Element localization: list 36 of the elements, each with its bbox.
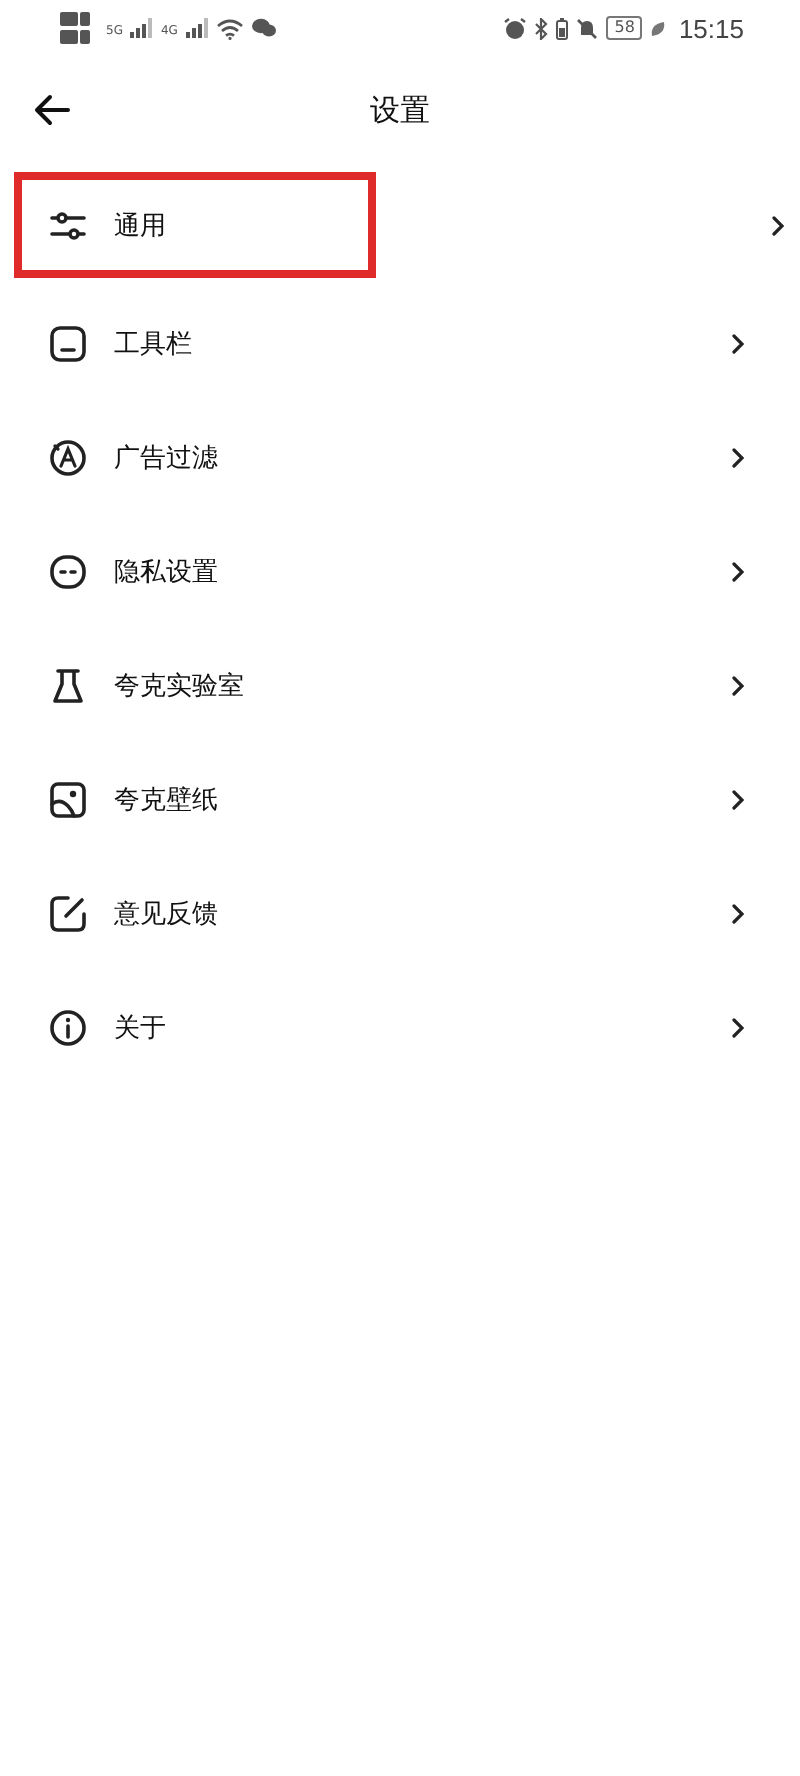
- settings-item[interactable]: 隐私设置: [14, 514, 784, 628]
- settings-item[interactable]: 夸克实验室: [14, 628, 784, 742]
- alarm-icon: [504, 17, 527, 39]
- chevron-icon: [772, 215, 784, 235]
- muted-bell-icon: [576, 17, 599, 39]
- settings-item[interactable]: 意见反馈: [14, 856, 784, 970]
- flask-icon: [48, 665, 88, 705]
- settings-item[interactable]: 关于: [14, 970, 784, 1084]
- chevron-icon: [732, 903, 744, 923]
- bluetooth-icon: [534, 17, 549, 39]
- chevron-icon: [732, 333, 744, 353]
- settings-item[interactable]: 广告过滤: [14, 400, 784, 514]
- leaf-icon: [650, 19, 667, 37]
- signal-icon: [185, 18, 208, 38]
- settings-item[interactable]: 夸克壁纸: [14, 742, 784, 856]
- image-icon: [48, 779, 88, 819]
- page-title: 设置: [370, 91, 430, 129]
- chevron-icon: [732, 1017, 744, 1037]
- feedback-icon: [48, 893, 88, 933]
- sim-icon: [60, 30, 90, 44]
- sim-icon: [60, 12, 90, 26]
- chat-icon: [251, 18, 276, 38]
- chevron-icon: [732, 675, 744, 695]
- battery-level: 58: [606, 16, 643, 40]
- face-icon: [48, 551, 88, 591]
- chevron-icon: [732, 447, 744, 467]
- clock-time: 15:15: [678, 13, 744, 43]
- chevron-icon: [732, 789, 744, 809]
- settings-item[interactable]: 工具栏: [14, 286, 784, 400]
- battery-small-icon: [556, 17, 569, 39]
- signal-icon: [130, 18, 153, 38]
- info-icon: [48, 1007, 88, 1047]
- chevron-icon: [732, 561, 744, 581]
- toolbar-icon: [48, 323, 88, 363]
- ad-block-icon: [48, 437, 88, 477]
- wifi-icon: [215, 17, 244, 39]
